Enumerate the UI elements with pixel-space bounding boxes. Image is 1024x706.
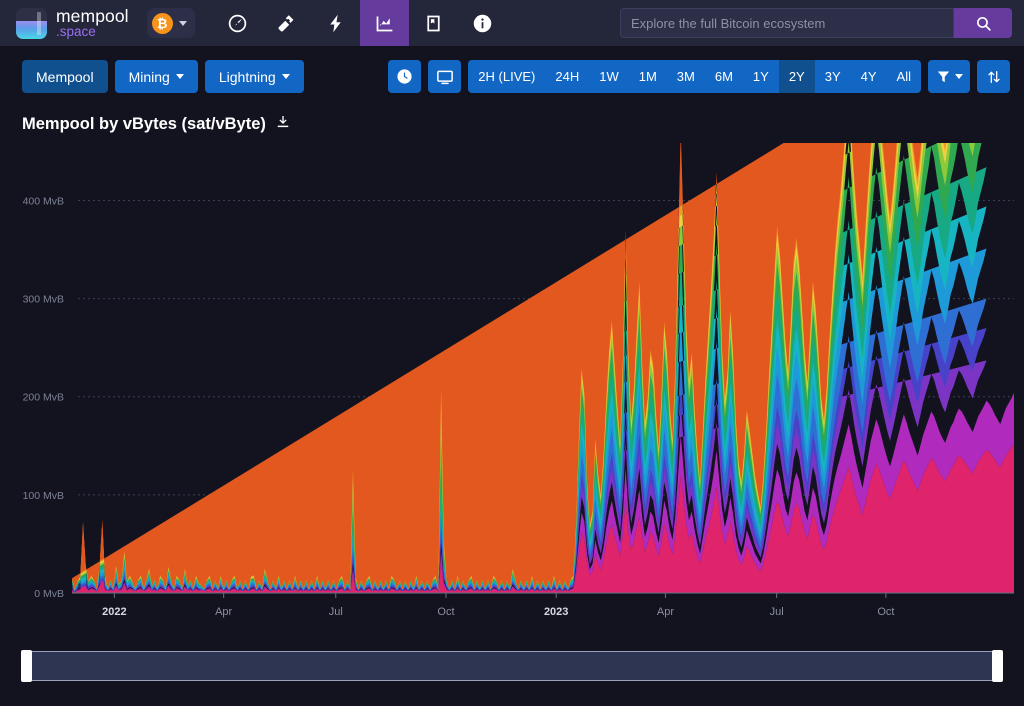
chart-title-text: Mempool by vBytes (sat/vByte) — [22, 115, 266, 133]
time-range-all[interactable]: All — [886, 60, 921, 93]
search-button[interactable] — [954, 8, 1012, 38]
time-range-24h[interactable]: 24H — [545, 60, 590, 93]
time-range-3m[interactable]: 3M — [666, 60, 705, 93]
brush-track[interactable] — [22, 651, 1002, 681]
time-range-1w[interactable]: 1W — [589, 60, 629, 93]
svg-text:Apr: Apr — [215, 606, 232, 618]
nav-lightning-icon[interactable] — [311, 0, 360, 46]
svg-text:400 MvB: 400 MvB — [23, 195, 64, 207]
nav-docs-book-icon[interactable] — [409, 0, 458, 46]
chart-controls: 2H (LIVE) 24H 1W 1M 3M 6M 1Y 2Y 3Y 4Y Al… — [388, 60, 1010, 93]
top-navbar: mempool .space ₿ — [0, 0, 1024, 46]
search-input[interactable] — [620, 8, 954, 38]
svg-text:100 MvB: 100 MvB — [23, 490, 64, 502]
brush-preview-line — [23, 652, 1002, 680]
svg-text:2022: 2022 — [102, 606, 126, 618]
nav-about-info-icon[interactable] — [458, 0, 507, 46]
controls-row: Mempool Mining Lightning 2H (LIVE) 24H 1… — [0, 46, 1024, 93]
time-range-1m[interactable]: 1M — [628, 60, 667, 93]
logo-name: mempool — [56, 5, 129, 26]
svg-text:Oct: Oct — [877, 606, 894, 618]
nav-button-mempool[interactable]: Mempool — [22, 60, 108, 93]
screen-icon-button[interactable] — [428, 60, 462, 93]
nav-button-mempool-label: Mempool — [36, 68, 94, 85]
nav-button-mining-label: Mining — [128, 68, 170, 85]
sort-arrows-icon-button[interactable] — [977, 60, 1010, 93]
svg-text:0 MvB: 0 MvB — [34, 588, 64, 600]
time-range-1y[interactable]: 1Y — [742, 60, 779, 93]
nav-button-lightning-label: Lightning — [218, 68, 276, 85]
time-range-2h-live[interactable]: 2H (LIVE) — [468, 60, 546, 93]
filter-funnel-icon-button[interactable] — [928, 60, 970, 93]
chevron-down-icon — [281, 74, 290, 79]
time-range-3y[interactable]: 3Y — [814, 60, 851, 93]
logo-suffix: .space — [56, 23, 96, 39]
chevron-down-icon — [175, 74, 184, 79]
brush-right-handle[interactable] — [992, 650, 1003, 682]
svg-text:Jul: Jul — [770, 606, 784, 618]
nav-mining-hammer-icon[interactable] — [262, 0, 311, 46]
chevron-down-icon — [954, 74, 963, 79]
page-title: Mempool by vBytes (sat/vByte) — [0, 93, 1024, 135]
time-range-group: 2H (LIVE) 24H 1W 1M 3M 6M 1Y 2Y 3Y 4Y Al… — [468, 60, 921, 93]
svg-text:Oct: Oct — [437, 606, 454, 618]
time-range-6m[interactable]: 6M — [704, 60, 743, 93]
main-nav — [213, 0, 507, 46]
nav-dashboard-icon[interactable] — [213, 0, 262, 46]
mempool-vbytes-chart[interactable]: 0 MvB 100 MvB 200 MvB 300 MvB 400 MvB 2022 Apr… — [0, 143, 1024, 643]
coin-selector-button[interactable]: ₿ — [146, 8, 195, 38]
download-icon[interactable] — [275, 114, 291, 135]
nav-graphs-chart-icon[interactable] — [359, 0, 409, 46]
logo-text: mempool .space — [56, 5, 129, 39]
clock-icon-button[interactable] — [388, 60, 422, 93]
site-logo[interactable]: mempool .space — [16, 5, 129, 39]
nav-button-mining[interactable]: Mining — [114, 60, 198, 93]
bitcoin-icon: ₿ — [151, 12, 173, 34]
svg-text:2023: 2023 — [544, 606, 568, 618]
time-range-4y[interactable]: 4Y — [850, 60, 887, 93]
chevron-down-icon — [178, 20, 187, 26]
time-range-2y[interactable]: 2Y — [778, 60, 815, 93]
brush-left-handle[interactable] — [21, 650, 32, 682]
nav-button-lightning[interactable]: Lightning — [204, 60, 304, 93]
svg-text:Jul: Jul — [329, 606, 343, 618]
svg-text:300 MvB: 300 MvB — [23, 294, 64, 306]
svg-text:Apr: Apr — [657, 606, 674, 618]
search-area — [620, 8, 1012, 38]
mempool-logo-icon — [16, 7, 47, 39]
chart-zoom-brush[interactable] — [21, 650, 1003, 682]
chart-canvas: 0 MvB 100 MvB 200 MvB 300 MvB 400 MvB 2022 Apr… — [0, 143, 1024, 643]
svg-text:200 MvB: 200 MvB — [23, 392, 64, 404]
